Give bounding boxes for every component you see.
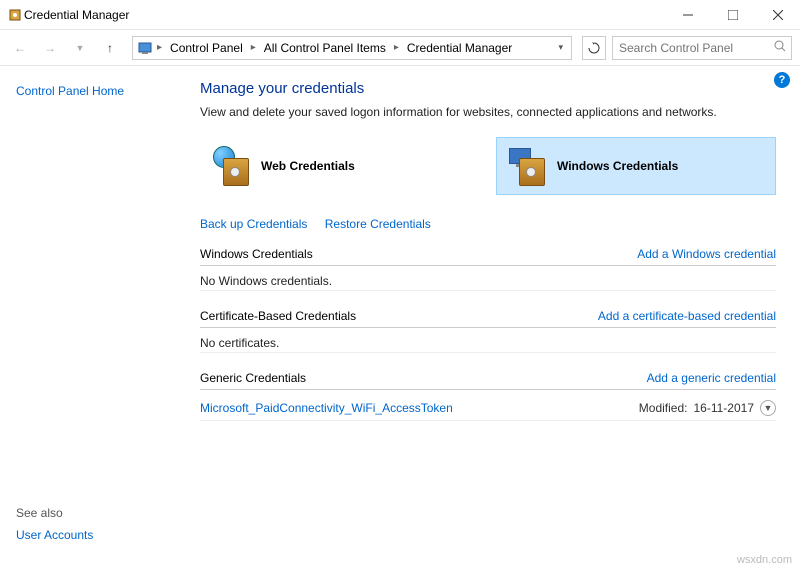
forward-button[interactable]: → (38, 36, 62, 60)
see-also-label: See also (16, 506, 93, 520)
certificate-credentials-section: Certificate-Based Credentials Add a cert… (200, 309, 776, 353)
maximize-button[interactable] (710, 0, 755, 30)
credential-actions: Back up Credentials Restore Credentials (200, 217, 776, 231)
watermark: wsxdn.com (737, 554, 792, 566)
app-icon (8, 7, 24, 23)
breadcrumb-item[interactable]: All Control Panel Items (260, 41, 390, 55)
back-button[interactable]: ← (8, 36, 32, 60)
breadcrumb-dropdown[interactable]: ▾ (554, 42, 567, 53)
chevron-right-icon[interactable]: ▸ (155, 42, 164, 53)
expand-icon[interactable]: ▼ (760, 400, 776, 416)
chevron-right-icon[interactable]: ▸ (249, 42, 258, 53)
credential-item-name: Microsoft_PaidConnectivity_WiFi_AccessTo… (200, 401, 453, 415)
web-credentials-icon (211, 146, 251, 186)
page-subtitle: View and delete your saved logon informa… (200, 105, 776, 119)
search-box[interactable] (612, 36, 792, 60)
chevron-right-icon[interactable]: ▸ (392, 42, 401, 53)
add-certificate-credential-link[interactable]: Add a certificate-based credential (598, 309, 776, 323)
add-generic-credential-link[interactable]: Add a generic credential (647, 371, 776, 385)
add-windows-credential-link[interactable]: Add a Windows credential (637, 247, 776, 261)
breadcrumb-item[interactable]: Credential Manager (403, 41, 516, 55)
refresh-button[interactable] (582, 36, 606, 60)
breadcrumb-item[interactable]: Control Panel (166, 41, 247, 55)
windows-credentials-icon (507, 146, 547, 186)
windows-credentials-label: Windows Credentials (557, 159, 678, 173)
close-button[interactable] (755, 0, 800, 30)
body-area: Control Panel Home See also User Account… (0, 66, 800, 570)
credential-item-row[interactable]: Microsoft_PaidConnectivity_WiFi_AccessTo… (200, 396, 776, 421)
section-title: Generic Credentials (200, 371, 306, 385)
modified-date: 16-11-2017 (694, 401, 755, 415)
window-title: Credential Manager (24, 8, 665, 22)
page-title: Manage your credentials (200, 80, 776, 97)
main-content: ? Manage your credentials View and delet… (200, 66, 800, 570)
backup-credentials-link[interactable]: Back up Credentials (200, 217, 307, 231)
section-empty-text: No certificates. (200, 334, 776, 353)
modified-label: Modified: (639, 401, 688, 415)
section-title: Certificate-Based Credentials (200, 309, 356, 323)
control-panel-icon (137, 40, 153, 56)
user-accounts-link[interactable]: User Accounts (16, 528, 93, 542)
sidebar: Control Panel Home See also User Account… (0, 66, 200, 570)
generic-credentials-section: Generic Credentials Add a generic creden… (200, 371, 776, 421)
navbar: ← → ▼ ↑ ▸ Control Panel ▸ All Control Pa… (0, 30, 800, 66)
recent-dropdown[interactable]: ▼ (68, 36, 92, 60)
help-icon[interactable]: ? (774, 72, 790, 88)
search-icon[interactable] (774, 40, 786, 55)
web-credentials-label: Web Credentials (261, 159, 355, 173)
section-title: Windows Credentials (200, 247, 313, 261)
titlebar: Credential Manager (0, 0, 800, 30)
section-empty-text: No Windows credentials. (200, 272, 776, 291)
web-credentials-tab[interactable]: Web Credentials (200, 137, 480, 195)
credential-type-selector: Web Credentials Windows Credentials (200, 137, 776, 195)
up-button[interactable]: ↑ (98, 36, 122, 60)
restore-credentials-link[interactable]: Restore Credentials (325, 217, 431, 231)
minimize-button[interactable] (665, 0, 710, 30)
control-panel-home-link[interactable]: Control Panel Home (16, 84, 184, 98)
windows-credentials-tab[interactable]: Windows Credentials (496, 137, 776, 195)
search-input[interactable] (619, 41, 774, 55)
breadcrumb[interactable]: ▸ Control Panel ▸ All Control Panel Item… (132, 36, 572, 60)
windows-credentials-section: Windows Credentials Add a Windows creden… (200, 247, 776, 291)
